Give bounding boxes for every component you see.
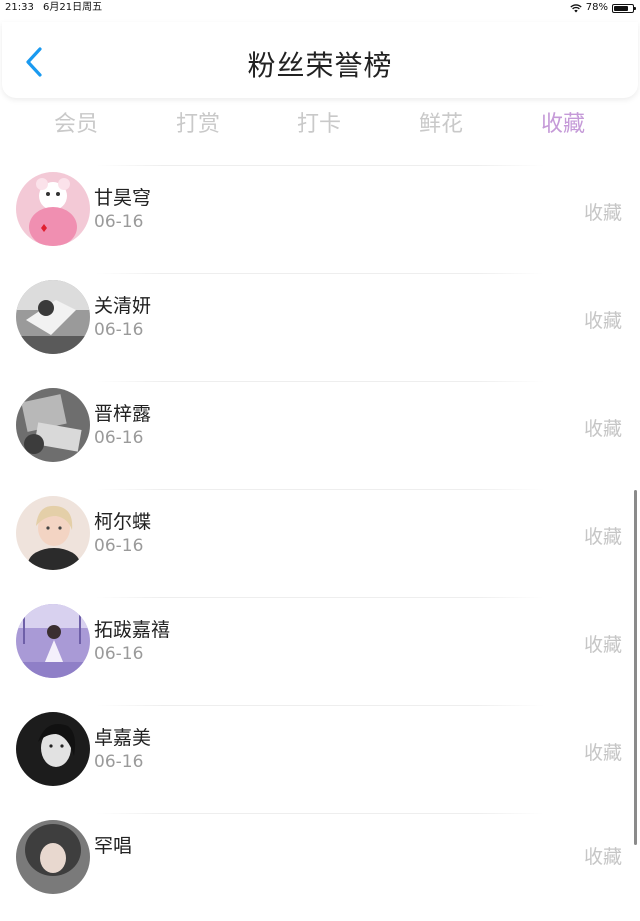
tab-bar: 会员 打赏 打卡 鲜花 收藏 — [0, 106, 640, 140]
wifi-icon — [570, 3, 582, 12]
list-item[interactable]: 晋梓露 06-16 收藏 — [0, 382, 640, 489]
list-item[interactable]: 柯尔蝶 06-16 收藏 — [0, 490, 640, 597]
battery-percent: 78% — [585, 2, 608, 13]
list-item[interactable]: 关清妍 06-16 收藏 — [0, 274, 640, 381]
user-date: 06-16 — [94, 644, 144, 664]
avatar — [16, 172, 90, 246]
user-date: 06-16 — [94, 320, 144, 340]
fan-list: 甘昊穹 06-16 收藏 关清妍 06-16 收藏 晋梓露 06-16 收藏 柯… — [0, 165, 640, 921]
favorite-label: 收藏 — [583, 742, 622, 764]
favorite-label: 收藏 — [583, 634, 622, 656]
list-item[interactable]: 拓跋嘉禧 06-16 收藏 — [0, 598, 640, 705]
user-date: 06-16 — [94, 428, 144, 448]
user-name: 关清妍 — [94, 295, 152, 317]
status-right: 78% — [570, 0, 636, 16]
battery-icon — [612, 3, 636, 13]
avatar — [16, 604, 90, 678]
favorite-label: 收藏 — [583, 202, 622, 224]
user-date: 06-16 — [94, 752, 144, 772]
user-date: 06-16 — [94, 212, 144, 232]
avatar — [16, 496, 90, 570]
navigation-bar: 粉丝荣誉榜 — [2, 22, 638, 98]
tab-members[interactable]: 会员 — [31, 106, 121, 138]
status-bar: 21:33 6月21日周五 78% — [0, 0, 640, 16]
status-date: 6月21日周五 — [43, 2, 103, 13]
avatar — [16, 820, 90, 894]
user-name: 拓跋嘉禧 — [94, 619, 171, 641]
user-name: 晋梓露 — [94, 403, 152, 425]
favorite-label: 收藏 — [583, 310, 622, 332]
tab-favorites[interactable]: 收藏 — [518, 106, 608, 138]
user-name: 柯尔蝶 — [94, 511, 152, 533]
page-title: 粉丝荣誉榜 — [247, 49, 393, 82]
list-item[interactable]: 甘昊穹 06-16 收藏 — [0, 166, 640, 273]
avatar — [16, 712, 90, 786]
tab-checkin[interactable]: 打卡 — [274, 106, 364, 138]
scrollbar[interactable] — [634, 490, 637, 845]
tab-rewards[interactable]: 打赏 — [153, 106, 243, 138]
list-item[interactable]: 卓嘉美 06-16 收藏 — [0, 706, 640, 813]
user-name: 卓嘉美 — [94, 727, 152, 749]
avatar — [16, 388, 90, 462]
user-name: 甘昊穹 — [94, 187, 152, 209]
avatar — [16, 280, 90, 354]
favorite-label: 收藏 — [583, 526, 622, 548]
list-item[interactable]: 罕唱 收藏 — [0, 814, 640, 921]
favorite-label: 收藏 — [583, 418, 622, 440]
status-time-date: 21:33 6月21日周五 — [5, 0, 102, 16]
tab-flowers[interactable]: 鲜花 — [396, 106, 486, 138]
status-time: 21:33 — [5, 2, 34, 13]
favorite-label: 收藏 — [583, 846, 622, 868]
user-date: 06-16 — [94, 536, 144, 556]
user-name: 罕唱 — [94, 835, 133, 857]
